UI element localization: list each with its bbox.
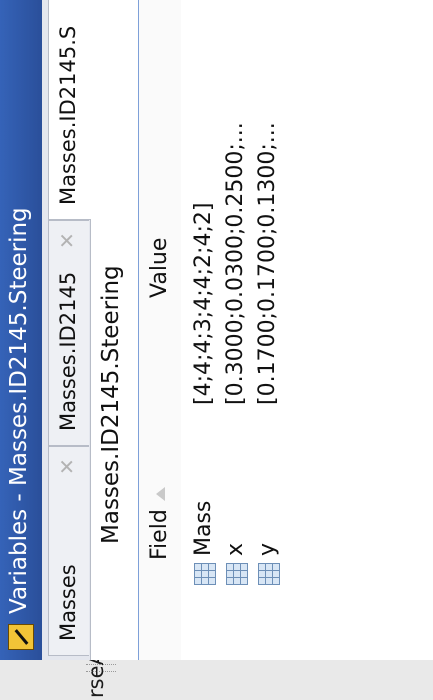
tab-label: Masses (56, 564, 80, 641)
grip-icon[interactable] (86, 664, 116, 672)
field-value: [4;4;4;3;4;4;2;4;2] (191, 202, 216, 405)
tab-masses-id2145-steering[interactable]: Masses.ID2145.S (48, 0, 91, 220)
table-row[interactable]: y [0.1700;0.1700;0.1300;... (253, 0, 285, 660)
field-name: Mass (191, 500, 216, 556)
field-value: [0.1700;0.1700;0.1300;... (255, 122, 280, 405)
table-row[interactable]: Mass [4;4;4;3;4;4;2;4;2] (189, 0, 221, 660)
table-header: Field Value (139, 0, 182, 660)
variable-path-bar: Masses.ID2145.Steering (90, 0, 140, 660)
field-name: x (223, 542, 248, 556)
struct-field-icon (226, 563, 248, 585)
table-body: Mass [4;4;4;3;4;4;2;4;2] x [0.3000;0.030… (181, 0, 433, 660)
tab-label: Masses.ID2145.S (56, 25, 80, 205)
variable-path: Masses.ID2145.Steering (98, 265, 124, 544)
tab-bar: Masses ✕ Masses.ID2145 ✕ Masses.ID2145.S (42, 0, 91, 660)
window-title: Variables - Masses.ID2145.Steering (6, 207, 32, 614)
rotated-screen: rseAv Variables - Masses.ID2145.Steering… (0, 0, 433, 700)
tab-masses[interactable]: Masses ✕ (48, 446, 89, 656)
adjacent-window-edge: rseAv (0, 640, 433, 700)
variables-window: Variables - Masses.ID2145.Steering Masse… (0, 0, 433, 660)
field-value: [0.3000;0.0300;0.2500;... (223, 122, 248, 405)
app-icon (8, 624, 34, 650)
close-icon[interactable]: ✕ (55, 458, 79, 475)
column-header-value[interactable]: Value (147, 238, 172, 298)
field-name: y (255, 542, 280, 556)
struct-field-icon (258, 563, 280, 585)
title-bar[interactable]: Variables - Masses.ID2145.Steering (0, 0, 42, 660)
column-header-field-label: Field (147, 509, 172, 560)
tab-masses-id2145[interactable]: Masses.ID2145 ✕ (48, 220, 89, 446)
tab-label: Masses.ID2145 (56, 271, 80, 431)
close-icon[interactable]: ✕ (55, 232, 79, 249)
table-row[interactable]: x [0.3000;0.0300;0.2500;... (221, 0, 253, 660)
sort-ascending-icon (155, 487, 165, 502)
column-header-field[interactable]: Field (147, 487, 172, 560)
struct-field-icon (194, 563, 216, 585)
